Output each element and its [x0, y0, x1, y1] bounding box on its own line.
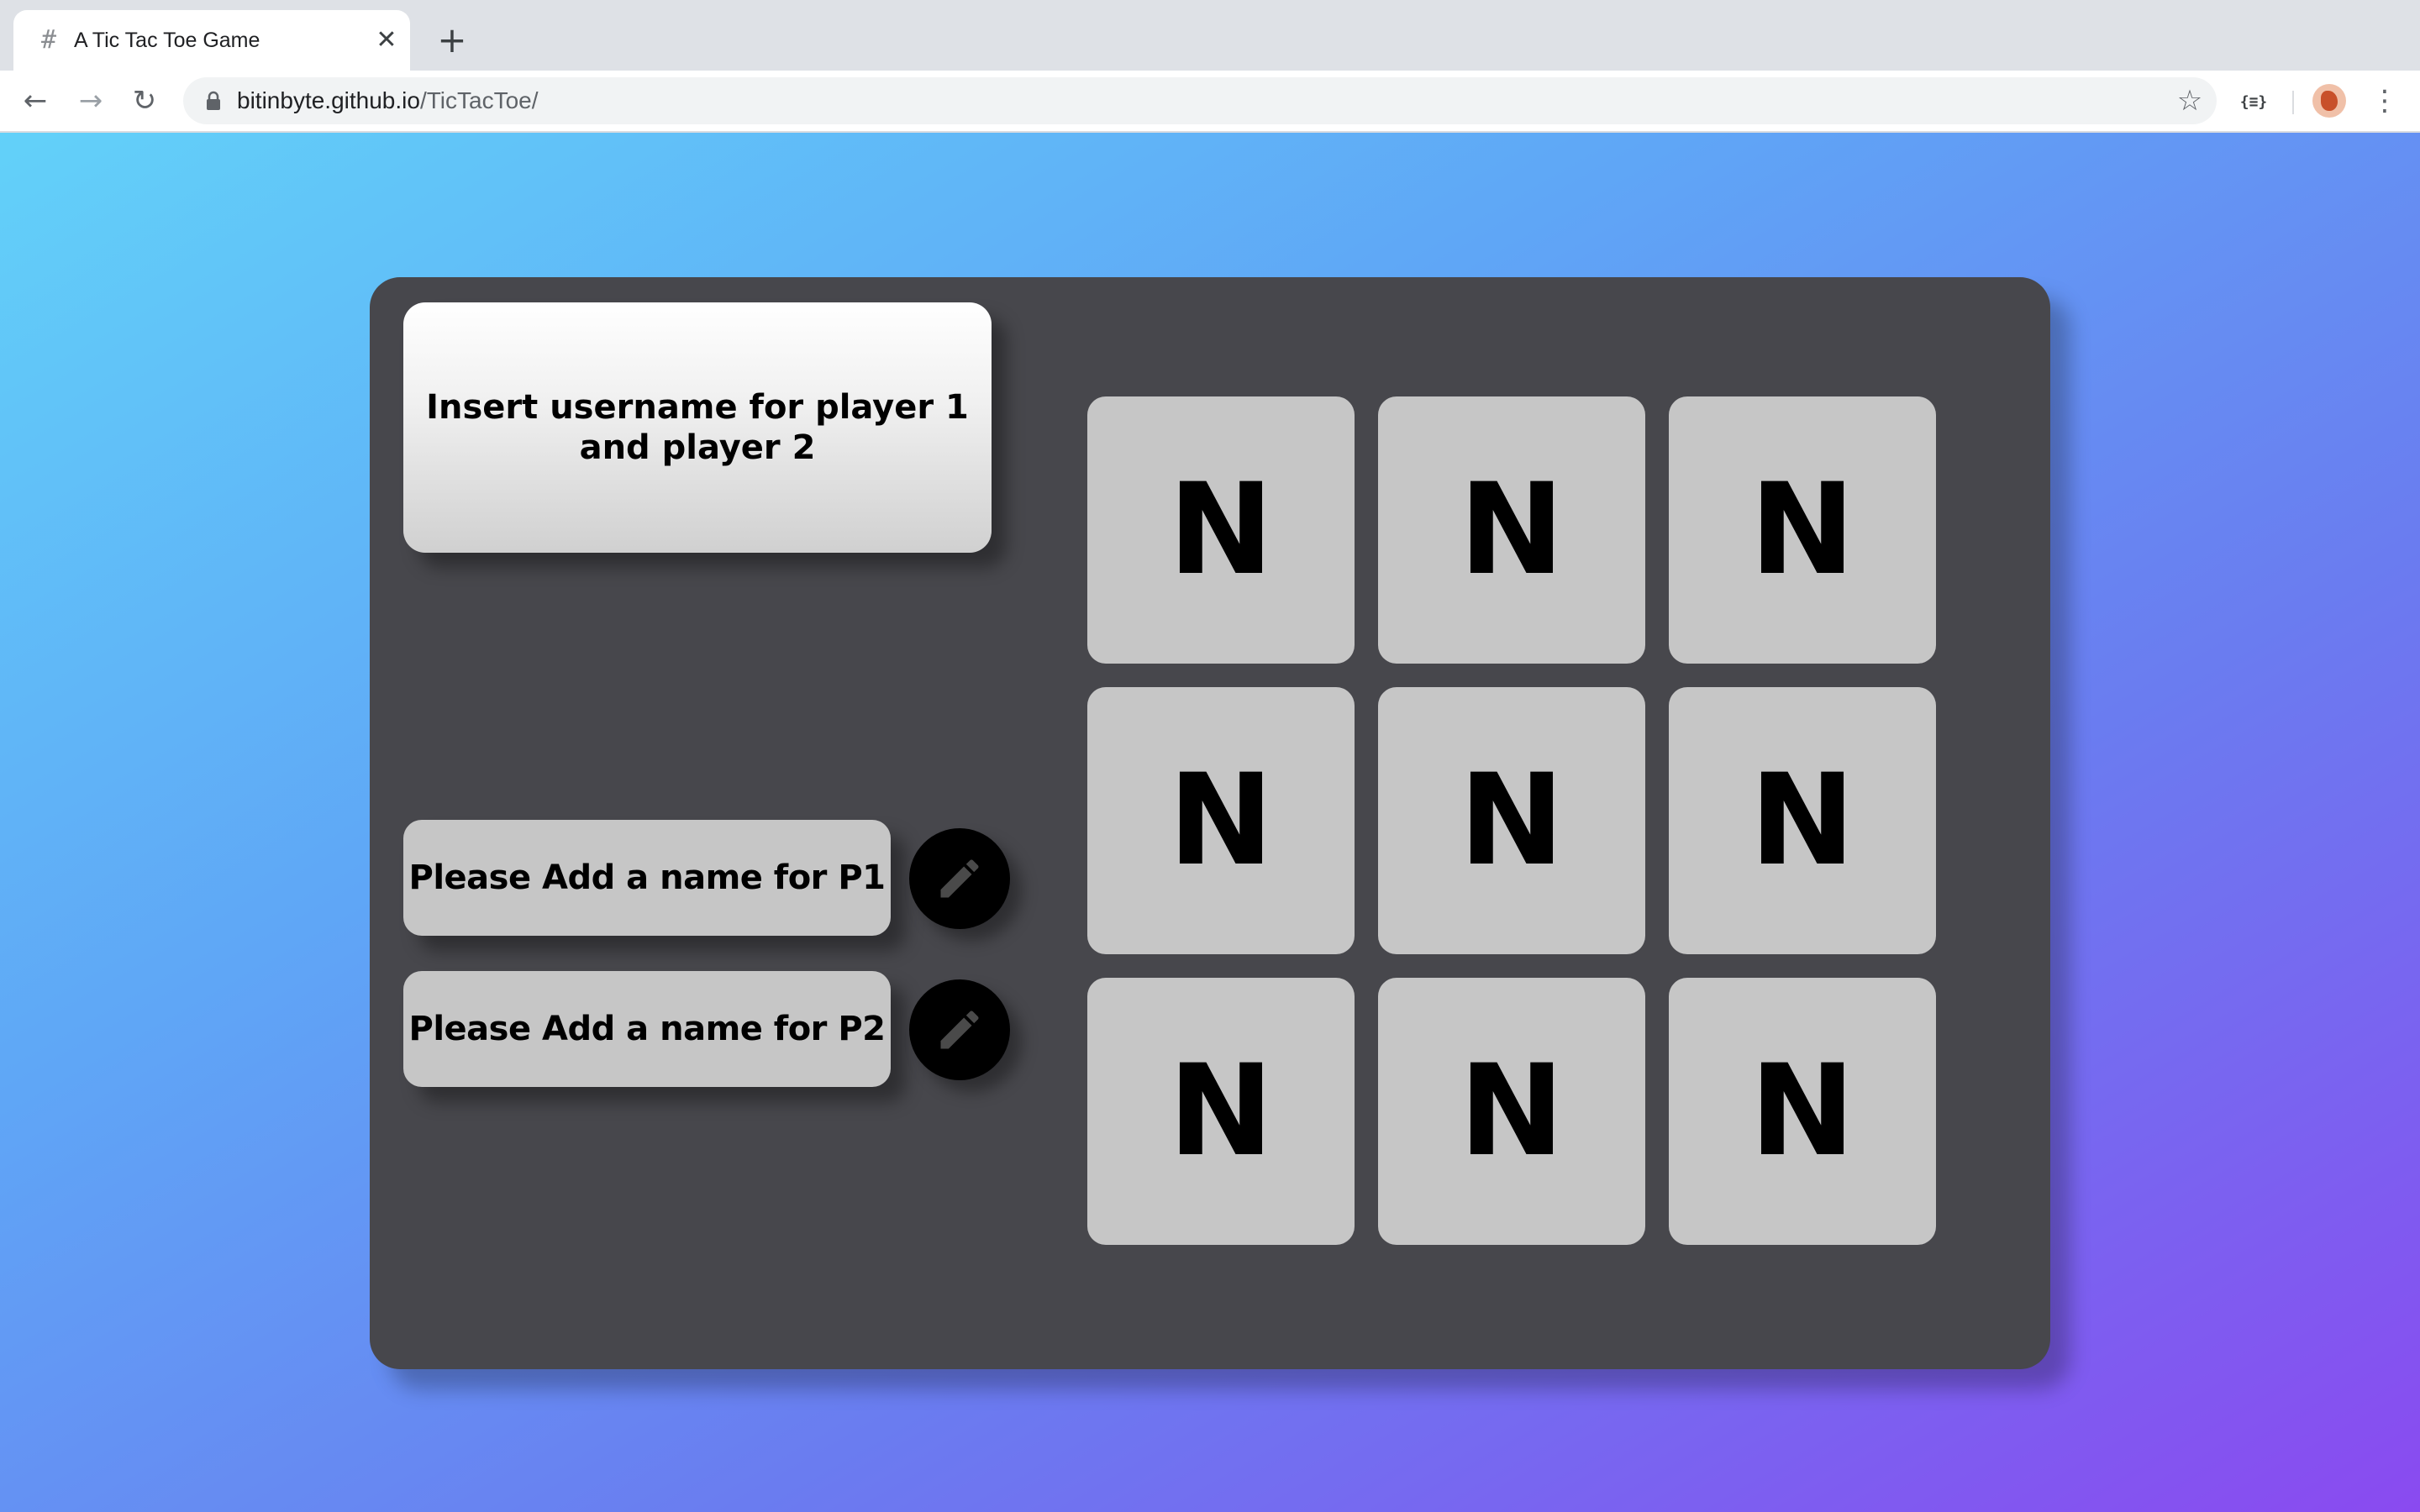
board-cell-2-3[interactable]: N [1669, 687, 1936, 954]
board-cell-2-1[interactable]: N [1087, 687, 1355, 954]
player1-name-button[interactable]: Please Add a name for P1 [403, 820, 891, 936]
url-text: bitinbyte.github.io/TicTacToe/ [237, 77, 539, 124]
tab-title: A Tic Tac Toe Game [74, 29, 260, 52]
player1-label: Please Add a name for P1 [408, 858, 886, 897]
board-cell-3-1[interactable]: N [1087, 978, 1355, 1245]
toolbar-divider [2292, 91, 2294, 114]
edit-player1-button[interactable] [909, 828, 1010, 929]
url-path: /TicTacToe/ [419, 87, 539, 113]
browser-tab[interactable]: # A Tic Tac Toe Game ✕ [13, 10, 410, 71]
player2-name-button[interactable]: Please Add a name for P2 [403, 971, 891, 1087]
arrow-left-icon[interactable]: ← [17, 82, 54, 119]
browser-toolbar: ← → ↻ bitinbyte.github.io/TicTacToe/ ☆ {… [0, 71, 2420, 133]
kebab-menu-icon[interactable]: ⋮ [2370, 82, 2400, 119]
tab-strip: # A Tic Tac Toe Game ✕ + [0, 0, 2420, 71]
close-icon[interactable]: ✕ [373, 27, 400, 54]
board-cell-2-2[interactable]: N [1378, 687, 1645, 954]
game-panel: Insert username for player 1 and player … [370, 277, 2050, 1369]
board-cell-1-3[interactable]: N [1669, 396, 1936, 664]
hash-icon: # [40, 25, 57, 55]
url-host: bitinbyte.github.io [237, 87, 420, 113]
board-cell-3-2[interactable]: N [1378, 978, 1645, 1245]
star-icon[interactable]: ☆ [2175, 86, 2205, 116]
arrow-right-icon[interactable]: → [72, 82, 109, 119]
player2-label: Please Add a name for P2 [408, 1010, 886, 1048]
board-cell-3-3[interactable]: N [1669, 978, 1936, 1245]
board-cell-1-1[interactable]: N [1087, 396, 1355, 664]
extension-icon[interactable]: {≡} [2238, 87, 2269, 118]
board-cell-1-2[interactable]: N [1378, 396, 1645, 664]
plus-icon[interactable]: + [435, 23, 469, 58]
edit-player2-button[interactable] [909, 979, 1010, 1080]
page-background: Insert username for player 1 and player … [0, 133, 2420, 1512]
reload-icon[interactable]: ↻ [126, 82, 163, 119]
lock-icon [207, 91, 220, 110]
pencil-icon [940, 1011, 979, 1049]
instruction-box: Insert username for player 1 and player … [403, 302, 992, 553]
address-bar[interactable]: bitinbyte.github.io/TicTacToe/ ☆ [183, 77, 2217, 124]
pencil-icon [940, 859, 979, 898]
avatar[interactable] [2312, 84, 2346, 118]
instruction-text: Insert username for player 1 and player … [426, 388, 969, 467]
